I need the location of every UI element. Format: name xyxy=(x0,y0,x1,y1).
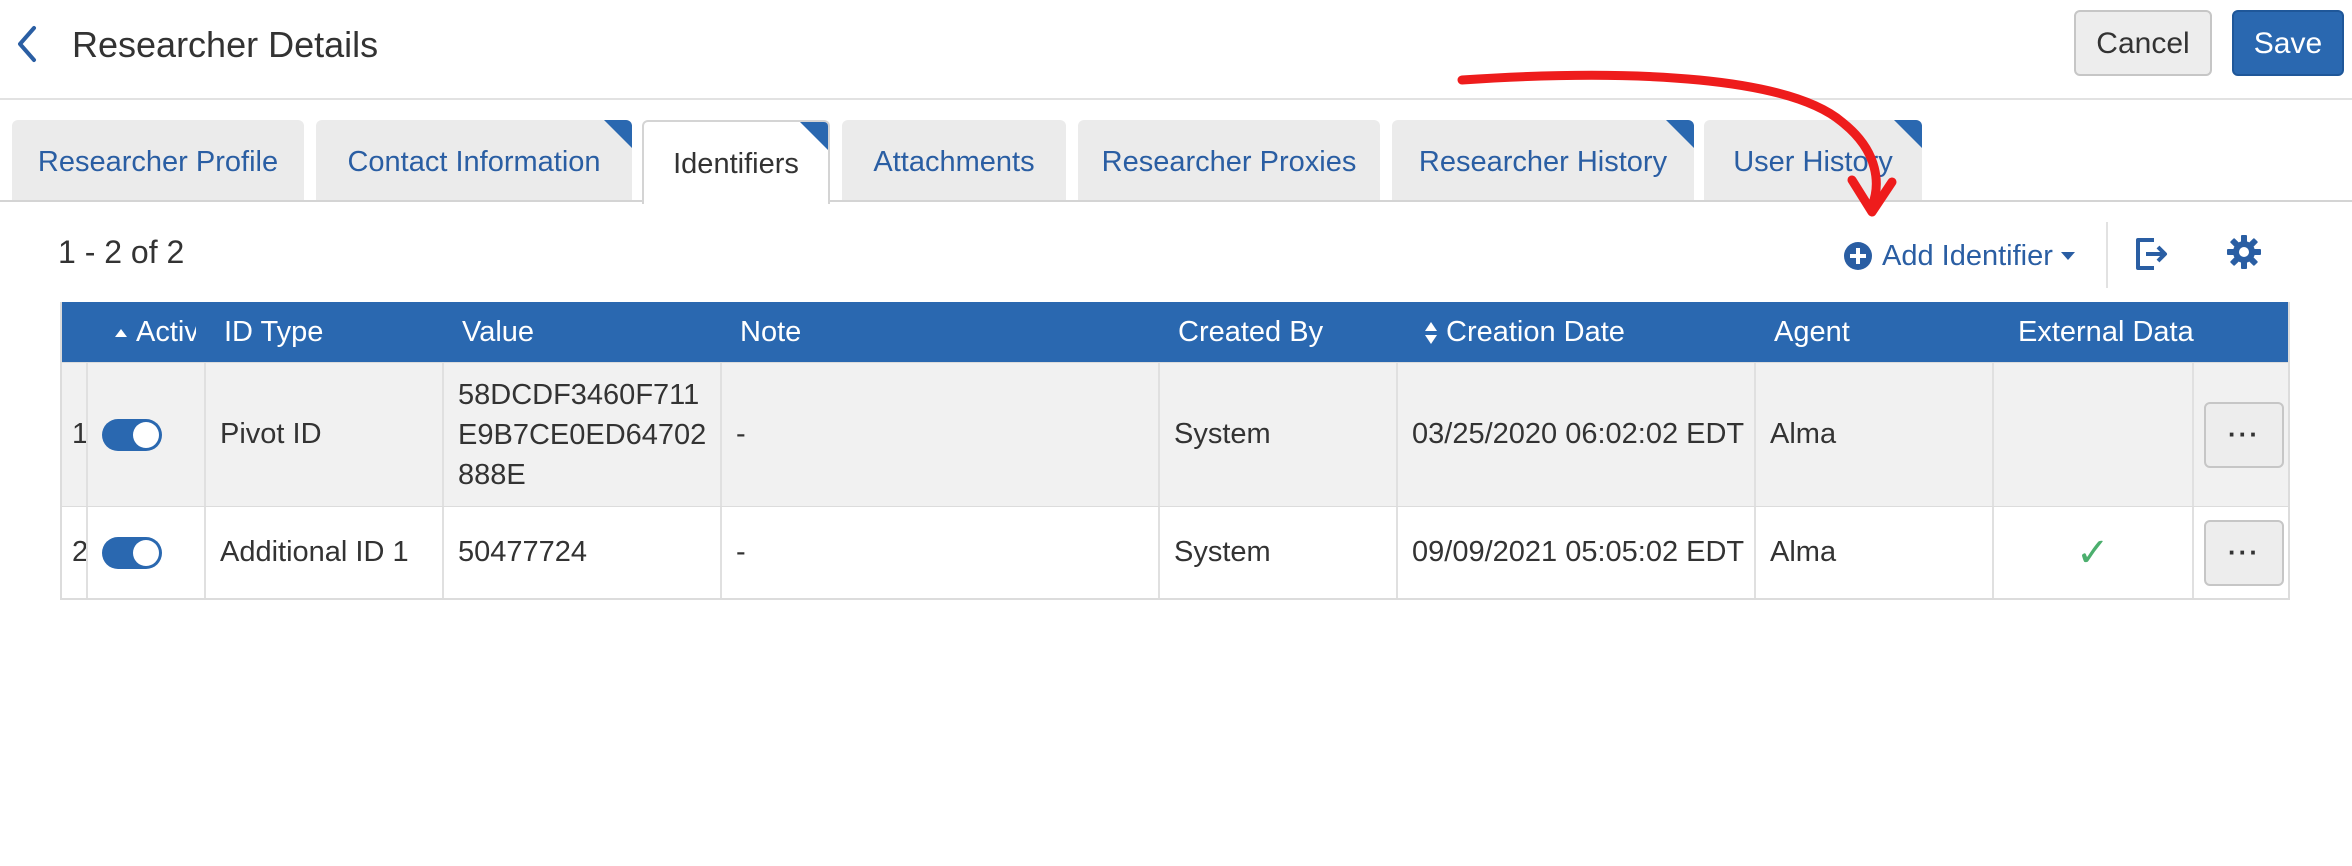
tab-label: Researcher Profile xyxy=(37,146,279,178)
corner-flag-icon xyxy=(800,122,828,150)
tab-label: User History xyxy=(1733,146,1893,178)
column-header-active[interactable]: Active xyxy=(136,302,196,362)
id-type-cell: Pivot ID xyxy=(204,363,442,506)
note-cell: - xyxy=(720,363,1158,506)
active-toggle[interactable] xyxy=(102,418,162,451)
column-header-created-by[interactable]: Created By xyxy=(1178,302,1398,362)
value-cell: 58DCDF3460F711E9B7CE0ED64702888E xyxy=(442,363,720,506)
tab-researcher-profile[interactable]: Researcher Profile xyxy=(12,120,304,200)
column-header-id-type[interactable]: ID Type xyxy=(224,302,444,362)
actions-cell: ··· xyxy=(2192,507,2288,598)
checkmark-icon: ✓ xyxy=(2076,530,2110,575)
gear-icon[interactable] xyxy=(2226,234,2262,270)
tab-identifiers[interactable]: Identifiers xyxy=(642,120,830,204)
table-row[interactable]: 2 Additional ID 1 50477724 - System 09/0… xyxy=(62,506,2288,598)
toolbar-divider xyxy=(2106,222,2108,288)
cancel-button[interactable]: Cancel xyxy=(2074,10,2212,76)
tab-label: Researcher History xyxy=(1418,146,1668,178)
column-header-external-data[interactable]: External Data xyxy=(2018,302,2218,362)
add-identifier-button[interactable]: Add Identifier xyxy=(1844,236,2075,276)
table-row[interactable]: 1 Pivot ID 58DCDF3460F711E9B7CE0ED647028… xyxy=(62,362,2288,506)
actions-cell: ··· xyxy=(2192,363,2288,506)
identifiers-table: Active ID Type Value Note Created By Cre… xyxy=(60,302,2290,600)
column-header-creation-date[interactable]: Creation Date xyxy=(1446,302,1746,362)
created-by-cell: System xyxy=(1158,363,1396,506)
tab-researcher-proxies[interactable]: Researcher Proxies xyxy=(1078,120,1380,200)
save-button[interactable]: Save xyxy=(2232,10,2344,76)
active-cell xyxy=(86,507,204,598)
row-number: 2 xyxy=(72,536,86,568)
tab-label: Attachments xyxy=(873,146,1035,178)
tab-label: Identifiers xyxy=(673,148,799,180)
id-type-cell: Additional ID 1 xyxy=(204,507,442,598)
tab-contact-information[interactable]: Contact Information xyxy=(316,120,632,200)
agent-cell: Alma xyxy=(1754,363,1992,506)
page-title: Researcher Details xyxy=(72,24,379,65)
active-toggle[interactable] xyxy=(102,536,162,569)
column-header-value[interactable]: Value xyxy=(462,302,722,362)
chevron-left-icon[interactable] xyxy=(12,22,42,66)
column-header-agent[interactable]: Agent xyxy=(1774,302,1974,362)
external-data-cell: ✓ xyxy=(1992,507,2192,598)
row-actions-button[interactable]: ··· xyxy=(2204,401,2284,468)
tab-label: Researcher Proxies xyxy=(1101,146,1357,178)
export-icon[interactable] xyxy=(2130,234,2170,274)
agent-cell: Alma xyxy=(1754,507,1992,598)
creation-date-cell: 03/25/2020 06:02:02 EDT xyxy=(1396,363,1754,506)
external-data-cell xyxy=(1992,363,2192,506)
active-cell xyxy=(86,363,204,506)
row-actions-button[interactable]: ··· xyxy=(2204,519,2284,586)
table-header: Active ID Type Value Note Created By Cre… xyxy=(62,302,2288,362)
note-cell: - xyxy=(720,507,1158,598)
tab-attachments[interactable]: Attachments xyxy=(842,120,1066,200)
add-identifier-label: Add Identifier xyxy=(1882,239,2053,272)
page-header: Researcher Details Cancel Save xyxy=(0,0,2352,100)
corner-flag-icon xyxy=(604,120,632,148)
result-count: 1 - 2 of 2 xyxy=(58,234,185,270)
corner-flag-icon xyxy=(1894,120,1922,148)
caret-down-icon xyxy=(2060,252,2075,260)
tab-user-history[interactable]: User History xyxy=(1704,120,1922,200)
row-number: 1 xyxy=(72,418,86,450)
corner-flag-icon xyxy=(1666,120,1694,148)
created-by-cell: System xyxy=(1158,507,1396,598)
tab-bar: Researcher Profile Contact Information I… xyxy=(0,118,2352,204)
tab-researcher-history[interactable]: Researcher History xyxy=(1392,120,1694,200)
value-cell: 50477724 xyxy=(442,507,720,598)
tab-label: Contact Information xyxy=(347,146,601,178)
creation-date-cell: 09/09/2021 05:05:02 EDT xyxy=(1396,507,1754,598)
plus-circle-icon xyxy=(1844,242,1872,270)
column-header-note[interactable]: Note xyxy=(740,302,1160,362)
